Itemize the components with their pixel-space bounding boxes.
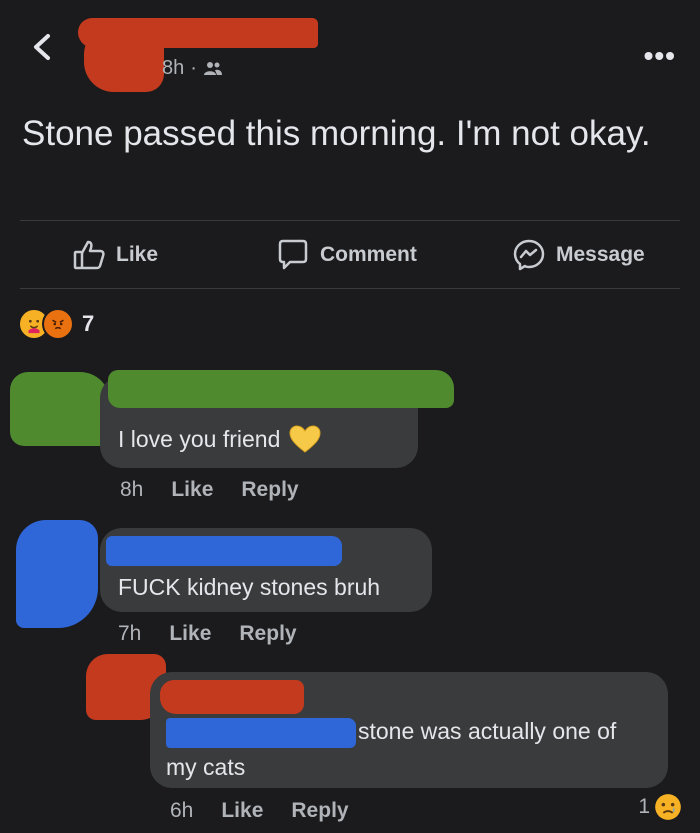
divider-top [20,220,680,221]
comment-3-meta: 6h Like Reply [170,799,349,823]
redacted-commenter-name-1 [108,370,454,408]
comment-label: Comment [320,243,417,266]
messenger-icon [513,239,545,271]
comment-reply-3[interactable]: Reply [291,799,348,823]
redacted-commenter-avatar-2 [16,520,98,628]
comment-time-2: 7h [118,622,142,645]
yellow-heart-icon [289,425,321,453]
post-time: 8h [162,57,185,79]
redacted-commenter-avatar-1 [10,372,110,446]
comment-icon [278,239,308,270]
meta-separator: · [190,57,197,79]
reaction-count: 7 [82,311,95,336]
comment-3-reactions[interactable]: 1 [638,793,682,821]
comment-like-3[interactable]: Like [221,799,263,823]
reactions-summary[interactable]: 7 [18,308,94,340]
like-button[interactable]: Like [72,238,158,272]
comment-time-1: 8h [120,478,144,501]
comment-reply-2[interactable]: Reply [239,622,296,646]
comment-text-1: I love you friend [118,425,281,452]
message-button[interactable]: Message [512,238,645,272]
like-label: Like [116,243,159,266]
message-label: Message [556,243,645,266]
comment-text-2: FUCK kidney stones bruh [118,574,381,600]
comment-1-body: I love you friend [118,424,322,454]
more-options-button[interactable]: ••• [644,40,676,72]
comment-like-1[interactable]: Like [171,478,213,502]
post-meta: 8h · [162,57,223,80]
chevron-left-icon [34,34,50,60]
sad-reaction-icon [655,794,681,820]
friends-icon [203,61,222,75]
angry-reaction-icon [42,308,74,340]
comment-time-3: 6h [170,799,194,822]
post-text: Stone passed this morning. I'm not okay. [22,114,651,153]
comment-3-reaction-count: 1 [638,795,650,818]
comment-1-meta: 8h Like Reply [120,478,299,502]
thumbs-up-icon [73,240,105,270]
comment-text-3-line1: stone was actually one of [358,718,617,744]
comment-button[interactable]: Comment [276,238,417,272]
comment-2-meta: 7h Like Reply [118,622,297,646]
redacted-commenter-name-2 [106,536,342,566]
comment-like-2[interactable]: Like [169,622,211,646]
redacted-commenter-name-3 [160,680,304,714]
redacted-author-avatar [84,30,164,92]
comment-text-3-line2: my cats [166,754,246,780]
divider-bottom [20,288,680,289]
back-button[interactable] [26,30,60,64]
redacted-mention-tag [166,718,356,748]
comment-reply-1[interactable]: Reply [241,478,298,502]
